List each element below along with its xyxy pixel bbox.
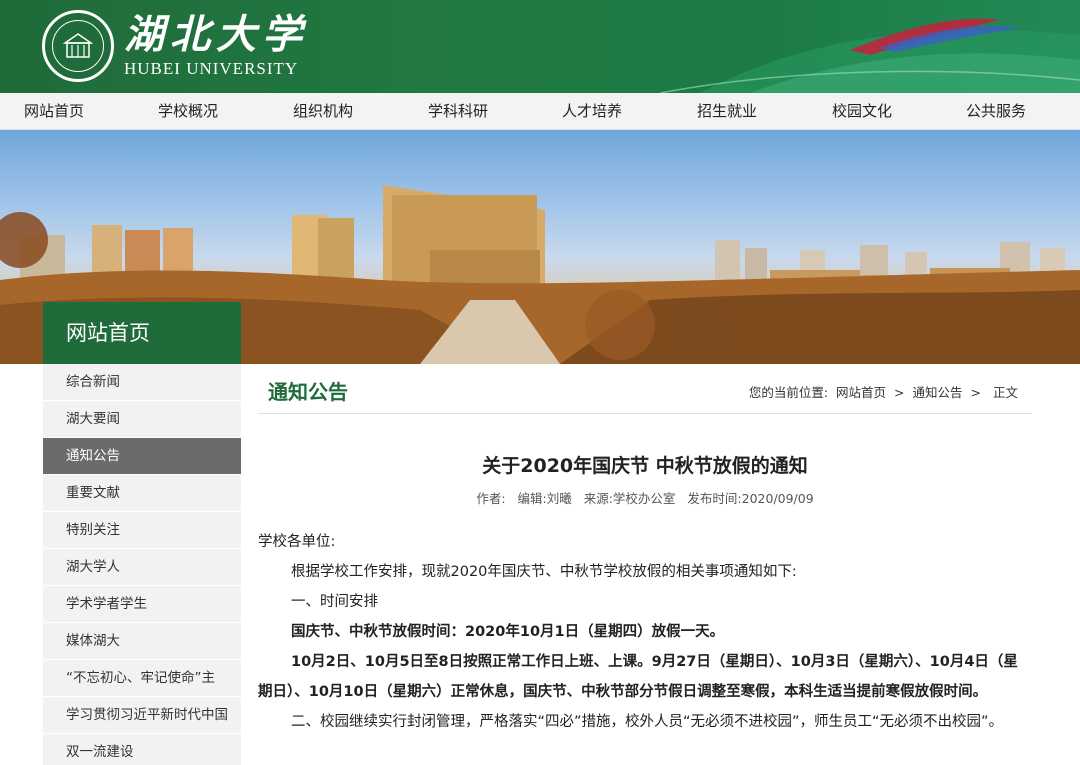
sidebar-item-double-first-class[interactable]: 双一流建设 — [43, 734, 241, 765]
nav-item-public-services[interactable]: 公共服务 — [966, 93, 1026, 130]
article-subheading: 一、时间安排 — [258, 587, 1032, 617]
nav-item-home[interactable]: 网站首页 — [24, 93, 84, 130]
article-paragraph: 二、校园继续实行封闭管理，严格落实“四必”措施，校外人员“无必须不进校园”，师生… — [258, 707, 1032, 737]
campus-banner: 网站首页 — [0, 130, 1080, 364]
seal-inner — [52, 20, 104, 72]
sidebar-item-notices[interactable]: 通知公告 — [43, 438, 241, 475]
breadcrumb-notices-link[interactable]: 通知公告 — [913, 385, 963, 400]
main-content: 通知公告 您的当前位置: 网站首页 > 通知公告 > 正文 关于2020年国庆节… — [258, 364, 1032, 414]
meta-date: 发布时间:2020/09/09 — [687, 491, 813, 506]
breadcrumb-separator: > — [894, 385, 904, 400]
header-decoration — [660, 0, 1080, 93]
breadcrumb: 您的当前位置: 网站首页 > 通知公告 > 正文 — [745, 382, 1022, 401]
building-icon — [63, 31, 93, 61]
site-header: 湖北大学 HUBEI UNIVERSITY — [0, 0, 1080, 93]
breadcrumb-separator: > — [971, 385, 981, 400]
article-paragraph: 根据学校工作安排，现就2020年国庆节、中秋节学校放假的相关事项通知如下: — [258, 557, 1032, 587]
nav-item-admissions[interactable]: 招生就业 — [697, 93, 757, 130]
nav-item-campus-culture[interactable]: 校园文化 — [832, 93, 892, 130]
content-header: 通知公告 您的当前位置: 网站首页 > 通知公告 > 正文 — [258, 364, 1032, 414]
meta-source: 来源:学校办公室 — [584, 491, 676, 506]
breadcrumb-home-link[interactable]: 网站首页 — [836, 385, 886, 400]
logo-chinese[interactable]: 湖北大学 — [124, 12, 308, 58]
sidebar-item-scholars[interactable]: 湖大学人 — [43, 549, 241, 586]
sidebar-item-news[interactable]: 综合新闻 — [43, 364, 241, 401]
article-paragraph-bold: 10月2日、10月5日至8日按照正常工作日上班、上课。9月27日（星期日）、10… — [258, 647, 1032, 707]
article-paragraph-bold: 国庆节、中秋节放假时间：2020年10月1日（星期四）放假一天。 — [258, 617, 1032, 647]
sidebar-item-headlines[interactable]: 湖大要闻 — [43, 401, 241, 438]
article-title: 关于2020年国庆节 中秋节放假的通知 — [258, 451, 1032, 478]
sidebar: 综合新闻 湖大要闻 通知公告 重要文献 特别关注 湖大学人 学术学者学生 媒体湖… — [43, 364, 241, 765]
nav-item-education[interactable]: 人才培养 — [562, 93, 622, 130]
banner-section-title: 网站首页 — [43, 302, 241, 364]
logo-english[interactable]: HUBEI UNIVERSITY — [124, 59, 298, 79]
article-salutation: 学校各单位: — [258, 527, 1032, 557]
section-title: 通知公告 — [268, 376, 348, 405]
nav-item-organization[interactable]: 组织机构 — [293, 93, 353, 130]
main-nav: 网站首页 学校概况 组织机构 学科科研 人才培养 招生就业 校园文化 公共服务 — [0, 93, 1080, 130]
breadcrumb-prefix: 您的当前位置: — [749, 385, 828, 400]
meta-editor: 编辑:刘曦 — [518, 491, 572, 506]
nav-item-research[interactable]: 学科科研 — [428, 93, 488, 130]
meta-author: 作者: — [476, 491, 505, 506]
nav-item-overview[interactable]: 学校概况 — [158, 93, 218, 130]
university-seal-logo[interactable] — [42, 10, 114, 82]
sidebar-item-study-thought[interactable]: 学习贯彻习近平新时代中国 — [43, 697, 241, 734]
article-meta: 作者: 编辑:刘曦 来源:学校办公室 发布时间:2020/09/09 — [258, 488, 1032, 507]
article-body: 学校各单位: 根据学校工作安排，现就2020年国庆节、中秋节学校放假的相关事项通… — [258, 527, 1032, 737]
sidebar-item-documents[interactable]: 重要文献 — [43, 475, 241, 512]
sidebar-item-academics[interactable]: 学术学者学生 — [43, 586, 241, 623]
sidebar-item-media[interactable]: 媒体湖大 — [43, 623, 241, 660]
breadcrumb-current: 正文 — [993, 385, 1018, 400]
sidebar-item-special-focus[interactable]: 特别关注 — [43, 512, 241, 549]
sidebar-item-original-mission[interactable]: “不忘初心、牢记使命”主 — [43, 660, 241, 697]
